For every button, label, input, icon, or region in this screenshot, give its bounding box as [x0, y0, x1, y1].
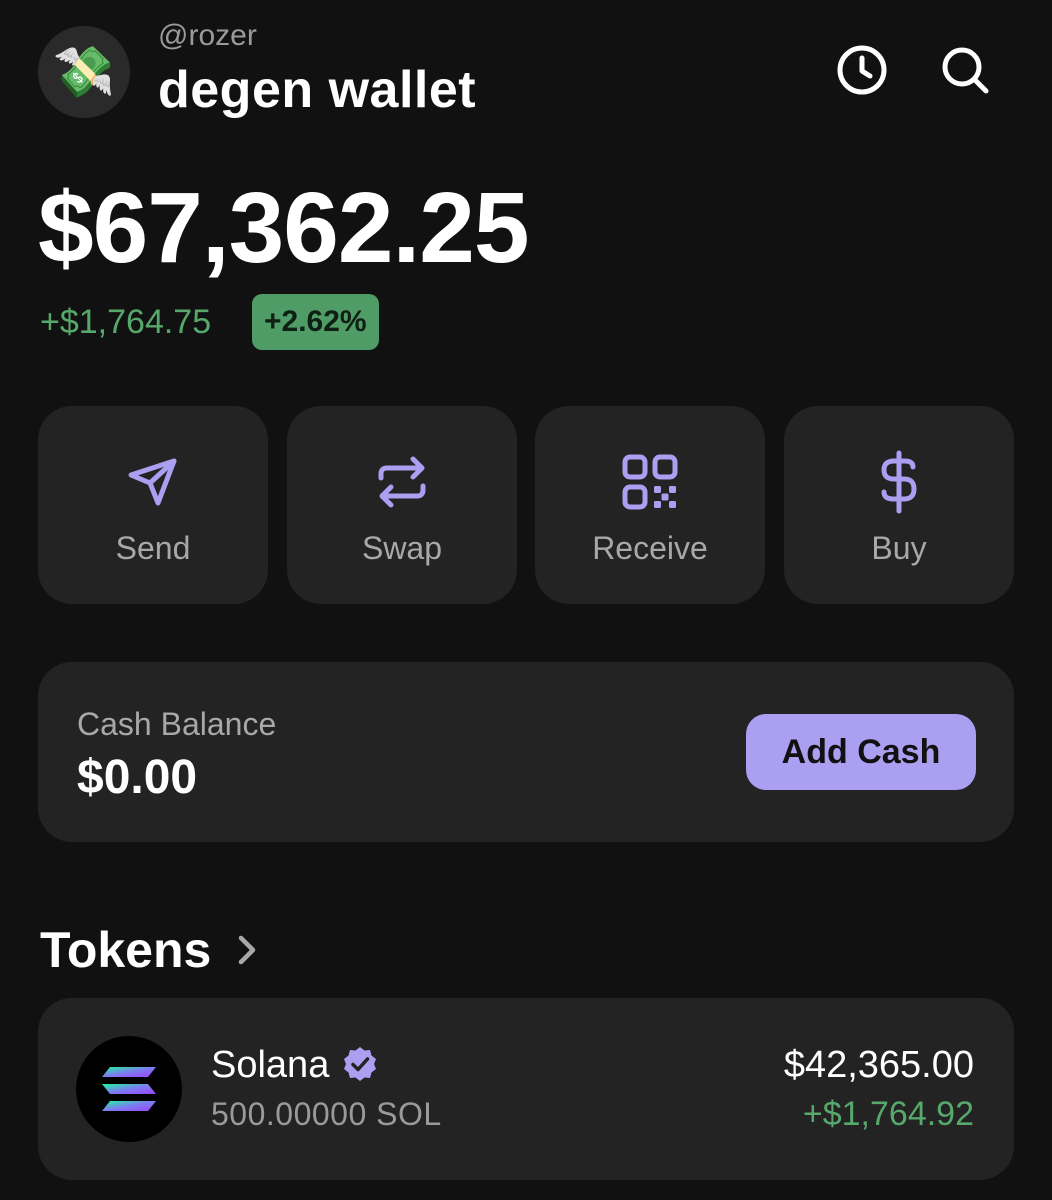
search-icon: [942, 47, 989, 94]
cash-balance-value: $0.00: [77, 751, 198, 804]
add-cash-button[interactable]: Add Cash: [746, 714, 976, 790]
tokens-section-title[interactable]: Tokens: [40, 922, 211, 978]
chevron-right-icon: [238, 935, 256, 965]
wallet-name[interactable]: degen wallet: [158, 58, 476, 122]
receive-button[interactable]: Receive: [535, 406, 765, 604]
send-button[interactable]: Send: [38, 406, 268, 604]
swap-label: Swap: [361, 530, 443, 566]
search-button[interactable]: [937, 42, 993, 98]
clock-icon: [837, 45, 887, 95]
swap-icon: [378, 456, 426, 508]
token-row[interactable]: [38, 998, 1014, 1180]
solana-icon: [102, 1067, 156, 1111]
receive-label: Receive: [592, 530, 708, 566]
buy-label: Buy: [871, 530, 927, 566]
send-label: Send: [115, 530, 191, 566]
cash-balance-label: Cash Balance: [77, 706, 277, 742]
history-button[interactable]: [834, 42, 890, 98]
balance-change-amount: +$1,764.75: [40, 303, 212, 341]
balance-change-percent-badge: +2.62%: [252, 294, 379, 350]
token-value: $42,365.00: [783, 1044, 974, 1086]
tokens-expand-button[interactable]: [232, 932, 262, 968]
token-change: +$1,764.92: [802, 1095, 974, 1133]
token-name: Solana: [211, 1044, 330, 1086]
verified-badge-icon: [342, 1046, 378, 1082]
buy-button[interactable]: Buy: [784, 406, 1014, 604]
swap-button[interactable]: Swap: [287, 406, 517, 604]
username-handle: @rozer: [158, 19, 257, 52]
dollar-icon: [881, 450, 917, 514]
solana-logo: [76, 1036, 182, 1142]
flying-money-icon: 💸: [52, 44, 116, 100]
send-icon: [128, 458, 177, 506]
avatar[interactable]: 💸: [38, 26, 130, 118]
total-balance: $67,362.25: [38, 172, 529, 284]
token-amount: 500.00000 SOL: [211, 1096, 442, 1132]
qr-code-icon: [622, 454, 678, 510]
